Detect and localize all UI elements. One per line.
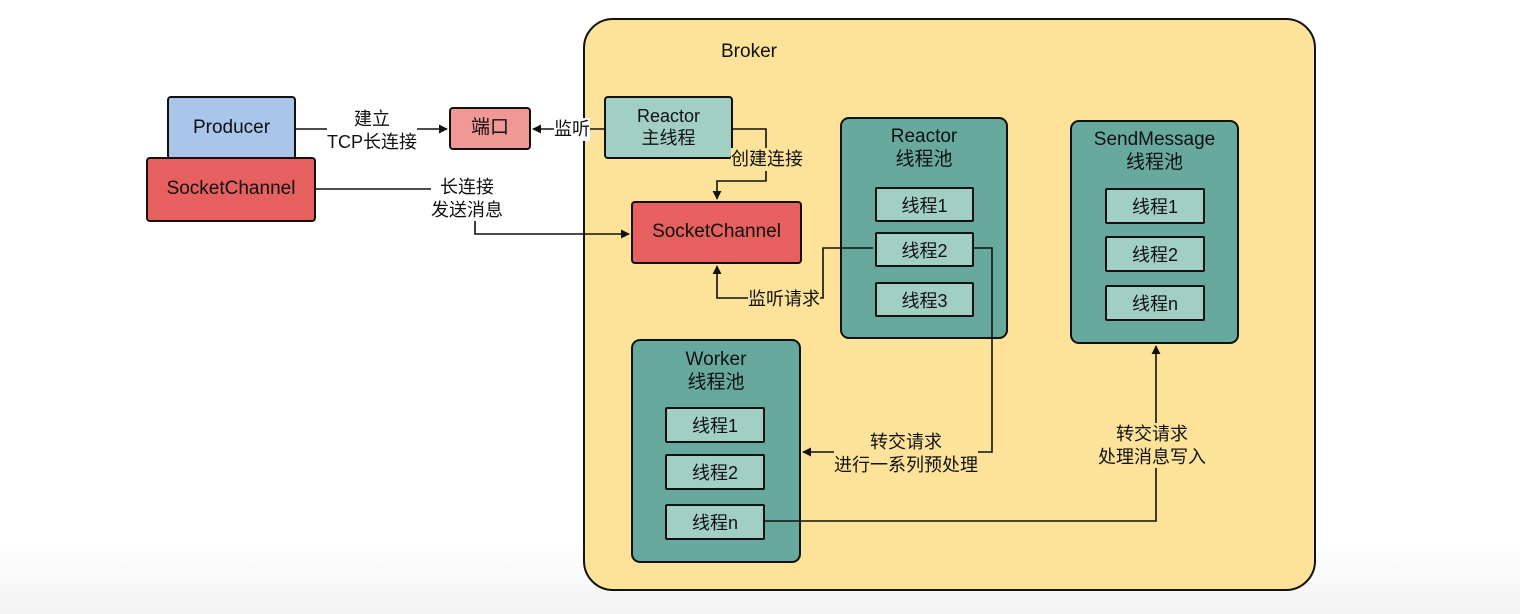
edge-label-send-line1: 长连接	[440, 177, 494, 197]
edge-label-to-worker-line2: 进行一系列预处理	[834, 454, 978, 475]
edge-label-listen: 监听	[554, 118, 590, 141]
edge-label-create-connection: 创建连接	[731, 148, 803, 171]
edge-label-to-send-line1: 转交请求	[1116, 424, 1188, 444]
edge-label-connect-line1: 建立	[354, 109, 390, 129]
edge-label-listen-request: 监听请求	[748, 288, 820, 311]
edge-label-connect: 建立 TCP长连接	[327, 108, 417, 153]
edge-label-to-send-line2: 处理消息写入	[1098, 446, 1206, 467]
edge-label-to-worker: 转交请求 进行一系列预处理	[834, 431, 978, 476]
edge-label-send-line2: 发送消息	[431, 199, 503, 220]
edge-label-to-worker-line1: 转交请求	[870, 432, 942, 452]
edge-label-connect-line2: TCP长连接	[327, 131, 417, 152]
edge-label-to-sendmessage: 转交请求 处理消息写入	[1098, 423, 1206, 468]
edge-label-send-message: 长连接 发送消息	[431, 176, 503, 221]
edge-to-worker	[802, 247, 993, 457]
